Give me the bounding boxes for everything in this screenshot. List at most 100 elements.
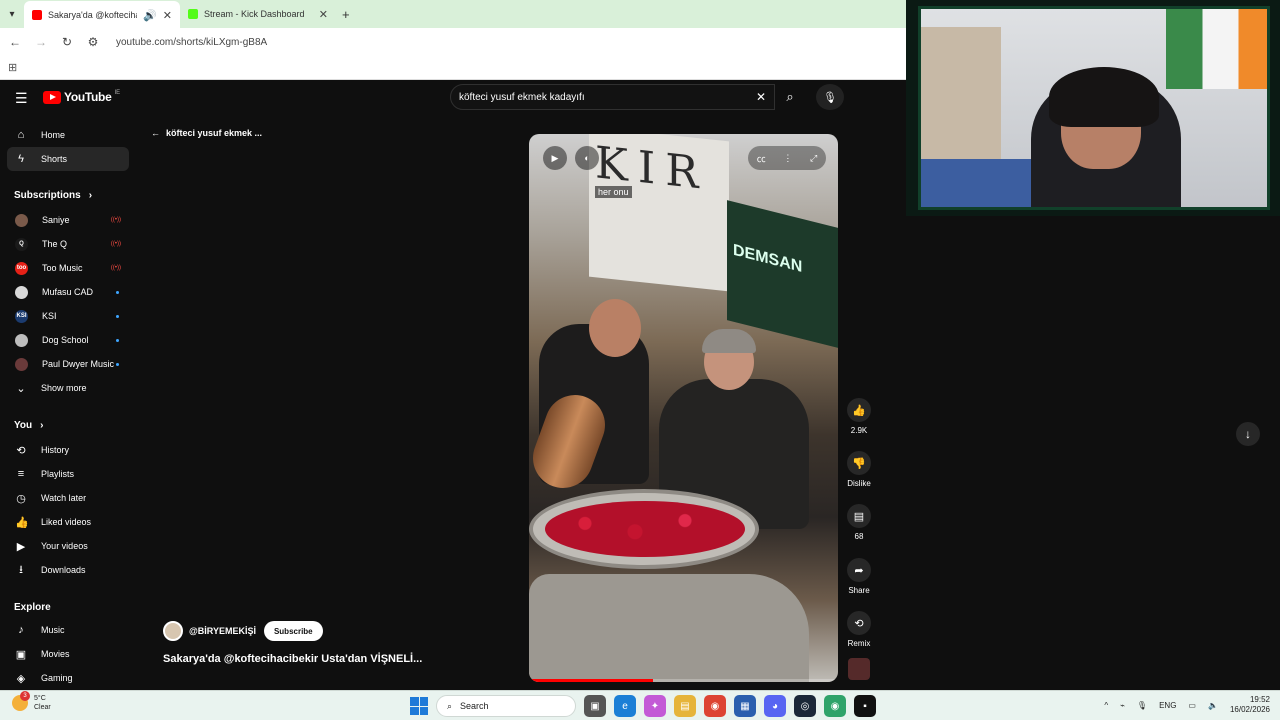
back-to-search-button[interactable]: ← köfteci yusuf ekmek ...	[151, 128, 262, 138]
back-icon[interactable]: ←	[8, 35, 22, 49]
menu-icon[interactable]: ☰	[15, 90, 28, 107]
temperature: 5°C	[34, 695, 46, 702]
task-view-icon[interactable]: ▣	[584, 695, 606, 717]
network-icon[interactable]: ⌁	[1120, 701, 1125, 710]
edge-icon[interactable]: e	[614, 695, 636, 717]
sidebar-subscription[interactable]: Saniye ((•))	[7, 208, 129, 232]
sidebar-item-music[interactable]: ♪ Music	[7, 618, 129, 642]
comment-button[interactable]: ▤ 68	[846, 504, 872, 541]
country-code: IE	[114, 90, 121, 96]
sidebar-item-history[interactable]: ⟲ History	[7, 438, 129, 462]
steam-icon[interactable]: ◎	[794, 695, 816, 717]
sidebar-item-liked-videos[interactable]: 👍 Liked videos	[7, 510, 129, 534]
video-storefront-sign: KIR	[589, 134, 729, 292]
sidebar-subscription[interactable]: Q The Q ((•))	[7, 232, 129, 256]
sidebar-item-downloads[interactable]: ⭳ Downloads	[7, 558, 129, 582]
music-icon: ♪	[18, 624, 24, 636]
volume-icon[interactable]: ◐	[575, 146, 599, 170]
store-icon[interactable]: ▦	[734, 695, 756, 717]
sidebar-subscription[interactable]: Mufasu CAD	[7, 280, 129, 304]
comment-icon: ▤	[847, 504, 871, 528]
search-input[interactable]: köfteci yusuf ekmek kadayıfı ✕	[450, 84, 775, 110]
copilot-icon[interactable]: ✦	[644, 695, 666, 717]
microphone-icon[interactable]: 🎙	[816, 84, 844, 110]
you-heading[interactable]: You ›	[14, 420, 44, 431]
site-info-icon[interactable]: ⚙	[86, 35, 100, 49]
new-content-dot	[116, 290, 119, 294]
sidebar-item-home[interactable]: ⌂ Home	[7, 123, 129, 147]
back-label: köfteci yusuf ekmek ...	[166, 128, 263, 138]
new-content-dot	[116, 362, 119, 366]
chrome-icon[interactable]: ◉	[704, 695, 726, 717]
subscription-label: Saniye	[42, 215, 70, 225]
apps-grid-icon[interactable]: ⊞	[8, 61, 17, 74]
next-video-icon[interactable]: ↓	[1236, 422, 1260, 446]
forward-icon[interactable]: →	[34, 35, 48, 49]
file-explorer-icon[interactable]: ▤	[674, 695, 696, 717]
new-content-dot	[116, 314, 119, 318]
subscribe-button[interactable]: Subscribe	[263, 621, 323, 641]
subscription-label: Paul Dwyer Music	[42, 359, 115, 369]
sidebar-item-gaming[interactable]: ◈ Gaming	[7, 666, 129, 690]
sidebar-subscription[interactable]: too Too Music ((•))	[7, 256, 129, 280]
system-tray: ^ ⌁ 🎙 ENG ▭ 🔈 19:52 16/02/2026	[1104, 695, 1270, 715]
language-indicator[interactable]: ENG	[1159, 701, 1176, 710]
logo-text: YouTube	[64, 90, 112, 104]
your-videos-icon: ▶	[16, 540, 26, 553]
dislike-button[interactable]: 👎 Dislike	[846, 451, 872, 488]
tab-close-icon[interactable]: ✕	[319, 8, 328, 21]
chrome-active-icon[interactable]: ◉	[824, 695, 846, 717]
speaker-icon[interactable]: 🔈	[1208, 701, 1218, 710]
sidebar-subscription[interactable]: Paul Dwyer Music	[7, 352, 129, 376]
video-title[interactable]: Sakarya'da @koftecihacibekir Usta'dan Vİ…	[163, 653, 422, 665]
sidebar-item-your-videos[interactable]: ▶ Your videos	[7, 534, 129, 558]
search-icon[interactable]: ⌕	[775, 84, 805, 110]
sidebar-item-label: Gaming	[41, 673, 73, 683]
channel-handle[interactable]: @BİRYEMEKİŞİ	[189, 626, 256, 636]
sun-icon: 3	[12, 691, 30, 711]
webcam-frame	[918, 6, 1270, 210]
clear-icon[interactable]: ✕	[756, 90, 766, 104]
microphone-icon[interactable]: 🎙	[1137, 701, 1147, 710]
share-button[interactable]: ➦ Share	[846, 558, 872, 595]
audio-icon[interactable]: 🔊	[143, 9, 157, 22]
weather-widget[interactable]: 3 5°C Clear	[12, 691, 51, 712]
channel-avatar	[15, 333, 28, 347]
clock[interactable]: 19:52 16/02/2026	[1230, 695, 1270, 715]
show-more-button[interactable]: ⌄ Show more	[7, 376, 129, 400]
sidebar-item-shorts[interactable]: ϟ Shorts	[7, 147, 129, 171]
tab-close-icon[interactable]: ✕	[163, 9, 172, 22]
fullscreen-icon[interactable]: ⤢	[810, 153, 817, 164]
shorts-icon: ϟ	[18, 153, 24, 165]
taskbar-search[interactable]: ⌕ Search	[436, 695, 576, 717]
sidebar-subscription[interactable]: Dog School	[7, 328, 129, 352]
youtube-logo[interactable]: YouTube IE	[43, 90, 120, 104]
url-field[interactable]: youtube.com/shorts/kiLXgm-gB8A	[116, 37, 267, 48]
windows-start-icon[interactable]	[410, 697, 428, 715]
remix-button[interactable]: ⟲ Remix	[846, 611, 872, 648]
display-icon[interactable]: ▭	[1188, 701, 1196, 710]
more-options-icon[interactable]: ⋮	[783, 153, 792, 164]
subscriptions-heading[interactable]: Subscriptions ›	[14, 190, 92, 201]
sidebar-item-movies[interactable]: ▣ Movies	[7, 642, 129, 666]
sidebar-item-playlists[interactable]: ≡ Playlists	[7, 462, 129, 486]
discord-icon[interactable]: ◕	[764, 695, 786, 717]
tab-kick[interactable]: Stream - Kick Dashboard ✕	[180, 0, 336, 28]
action-label: Dislike	[847, 479, 871, 488]
tab-search-icon[interactable]: ▾	[0, 0, 24, 28]
chevron-up-icon[interactable]: ^	[1104, 701, 1108, 710]
reload-icon[interactable]: ↻	[60, 35, 74, 49]
channel-avatar[interactable]	[163, 621, 183, 641]
audio-thumbnail[interactable]	[848, 658, 870, 680]
sidebar-item-watch-later[interactable]: ◷ Watch later	[7, 486, 129, 510]
video-progress-bar[interactable]	[529, 679, 838, 682]
shorts-video-player[interactable]: KIR DEMSAN ▶ ◐ ㏄ ⋮ ⤢ her onu	[529, 134, 838, 682]
like-button[interactable]: 👍 2.9K	[846, 398, 872, 435]
sidebar-subscription[interactable]: KSI KSI	[7, 304, 129, 328]
action-label: Remix	[847, 639, 871, 648]
play-icon[interactable]: ▶	[543, 146, 567, 170]
kick-app-icon[interactable]: ▪	[854, 695, 876, 717]
captions-icon[interactable]: ㏄	[757, 152, 766, 165]
tab-youtube[interactable]: Sakarya'da @koftecihacibekir 🔊 ✕	[24, 1, 180, 29]
new-tab-icon[interactable]: +	[342, 7, 350, 22]
